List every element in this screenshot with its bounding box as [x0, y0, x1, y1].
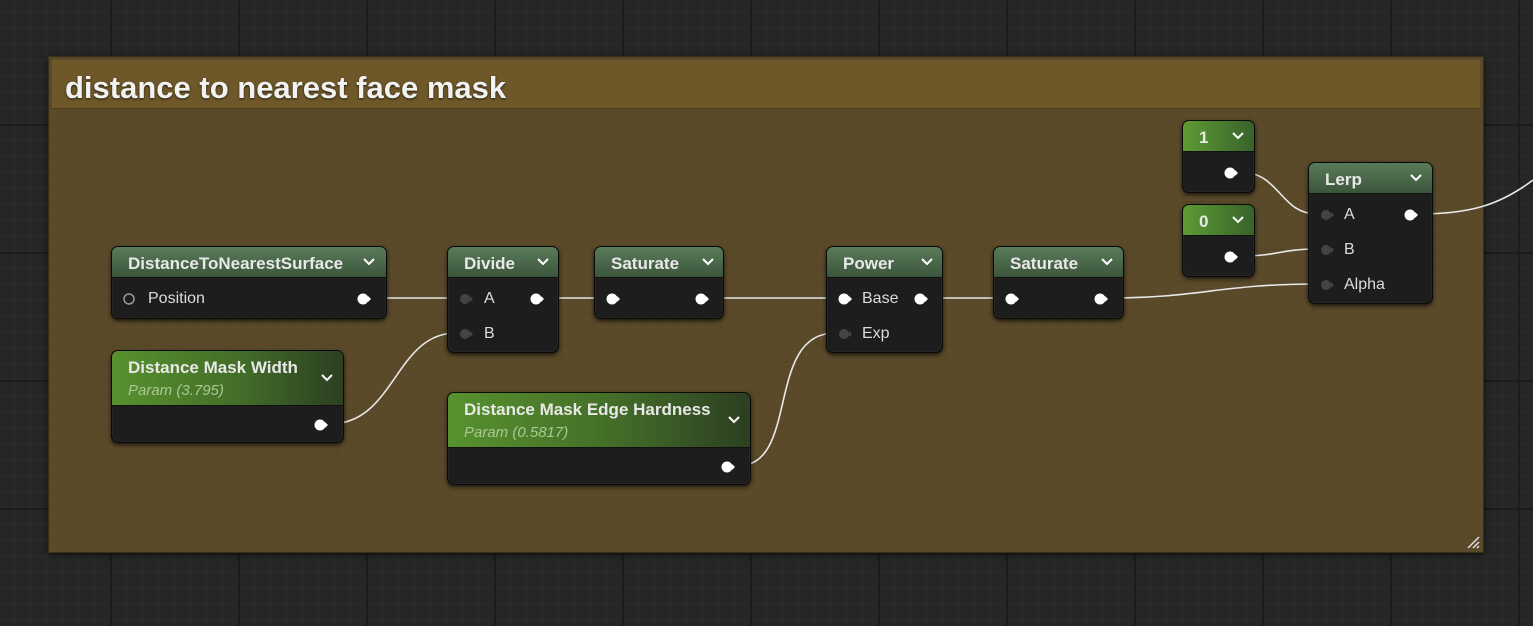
node-header[interactable]: Distance Mask Edge Hardness Param (0.581…	[448, 393, 750, 448]
output-pin-icon[interactable]	[913, 293, 929, 305]
node-header[interactable]: 1	[1183, 121, 1254, 152]
input-pin-icon[interactable]	[837, 293, 853, 305]
input-pin-icon[interactable]	[458, 293, 474, 305]
pin-empty-icon[interactable]	[122, 293, 138, 305]
pin-label-alpha: Alpha	[1344, 276, 1385, 293]
node-title: Distance Mask Edge Hardness	[464, 400, 711, 419]
output-pin-icon[interactable]	[313, 419, 329, 431]
node-subtitle: Param (3.795)	[128, 382, 224, 399]
chevron-down-icon[interactable]	[920, 255, 934, 269]
input-pin-icon[interactable]	[605, 293, 621, 305]
output-pin-icon[interactable]	[694, 293, 710, 305]
pin-label-a: A	[1344, 206, 1355, 223]
node-title: Saturate	[1010, 254, 1079, 273]
chevron-down-icon[interactable]	[701, 255, 715, 269]
pin-label-b: B	[484, 325, 495, 342]
constant-value: 0	[1199, 212, 1209, 231]
pin-label-base: Base	[862, 290, 899, 307]
chevron-down-icon[interactable]	[1231, 129, 1245, 143]
chevron-down-icon[interactable]	[362, 255, 376, 269]
node-header[interactable]: Saturate	[994, 247, 1123, 278]
constant-node[interactable]: 0	[1182, 204, 1255, 277]
constant-value: 1	[1199, 128, 1209, 147]
output-pin-icon[interactable]	[1403, 209, 1419, 221]
node-title: Distance Mask Width	[128, 358, 298, 377]
distance-mask-width-node[interactable]: Distance Mask Width Param (3.795)	[111, 350, 344, 443]
saturate-node[interactable]: Saturate	[993, 246, 1124, 319]
output-pin-icon[interactable]	[1223, 167, 1239, 179]
node-header[interactable]: Power	[827, 247, 942, 278]
chevron-down-icon[interactable]	[320, 371, 334, 385]
input-pin-icon[interactable]	[1319, 244, 1335, 256]
node-header[interactable]: Lerp	[1309, 163, 1432, 194]
pin-label-a: A	[484, 290, 495, 307]
node-subtitle: Param (0.5817)	[464, 424, 569, 441]
comment-header[interactable]: distance to nearest face mask	[52, 60, 1480, 109]
input-pin-icon[interactable]	[1004, 293, 1020, 305]
pin-label-position: Position	[148, 290, 205, 307]
chevron-down-icon[interactable]	[1409, 171, 1423, 185]
constant-node[interactable]: 1	[1182, 120, 1255, 193]
node-header[interactable]: 0	[1183, 205, 1254, 236]
chevron-down-icon[interactable]	[1231, 213, 1245, 227]
chevron-down-icon[interactable]	[536, 255, 550, 269]
node-header[interactable]: Distance Mask Width Param (3.795)	[112, 351, 343, 406]
output-pin-icon[interactable]	[356, 293, 372, 305]
comment-title: distance to nearest face mask	[65, 70, 507, 105]
input-pin-icon[interactable]	[458, 328, 474, 340]
node-title: Power	[843, 254, 895, 273]
output-pin-icon[interactable]	[529, 293, 545, 305]
input-pin-icon[interactable]	[837, 328, 853, 340]
output-pin-icon[interactable]	[1223, 251, 1239, 263]
saturate-node[interactable]: Saturate	[594, 246, 724, 319]
power-node[interactable]: Power Base Exp	[826, 246, 943, 353]
node-title: Saturate	[611, 254, 680, 273]
divide-node[interactable]: Divide A B	[447, 246, 559, 353]
node-title: Lerp	[1325, 170, 1362, 189]
pin-label-b: B	[1344, 241, 1355, 258]
node-title: Divide	[464, 254, 516, 273]
pin-label-exp: Exp	[862, 325, 890, 342]
distance-to-nearest-surface-node[interactable]: DistanceToNearestSurface Position	[111, 246, 387, 319]
resize-grip-icon[interactable]	[1464, 533, 1480, 549]
node-title: DistanceToNearestSurface	[128, 254, 344, 273]
output-pin-icon[interactable]	[1093, 293, 1109, 305]
output-pin-icon[interactable]	[720, 461, 736, 473]
node-header[interactable]: DistanceToNearestSurface	[112, 247, 386, 278]
distance-mask-edge-hardness-node[interactable]: Distance Mask Edge Hardness Param (0.581…	[447, 392, 751, 485]
input-pin-icon[interactable]	[1319, 209, 1335, 221]
node-header[interactable]: Saturate	[595, 247, 723, 278]
input-pin-icon[interactable]	[1319, 279, 1335, 291]
lerp-node[interactable]: Lerp A B Alpha	[1308, 162, 1433, 304]
node-header[interactable]: Divide	[448, 247, 558, 278]
chevron-down-icon[interactable]	[727, 413, 741, 427]
chevron-down-icon[interactable]	[1100, 255, 1114, 269]
